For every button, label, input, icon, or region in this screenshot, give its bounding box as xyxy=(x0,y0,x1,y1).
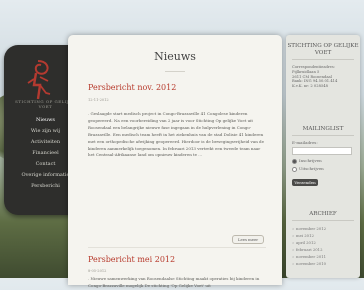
archive-arrow-icon: » xyxy=(292,233,295,238)
archive-item[interactable]: april 2012 xyxy=(296,240,316,245)
archive-arrow-icon: » xyxy=(292,247,295,252)
post-title[interactable]: Persbericht mei 2012 xyxy=(88,255,175,264)
archive-arrow-icon: » xyxy=(292,254,295,259)
org-heading: STICHTING OP GELIJKE VOET xyxy=(287,43,359,56)
post-body: . Nieuwe samenwerking van Roosendaalse S… xyxy=(88,276,260,288)
post-date: 8-05-2012 xyxy=(88,269,107,273)
unsubscribe-option[interactable]: Uitschrijven xyxy=(292,166,324,172)
title-divider xyxy=(165,71,185,72)
mailinglist-heading: MAILINGLIST xyxy=(302,126,344,132)
post-body: . Geslaagde start medisch project in Con… xyxy=(88,111,264,158)
archive-item[interactable]: november 2012 xyxy=(296,226,326,231)
logo-figure-icon xyxy=(27,60,51,100)
archive-arrow-icon: » xyxy=(292,261,295,266)
archive-item[interactable]: november 2010 xyxy=(296,261,326,266)
send-button[interactable]: Verzenden xyxy=(292,179,318,186)
archive-item[interactable]: mei 2012 xyxy=(296,233,314,238)
section-divider xyxy=(292,135,354,136)
radio-icon xyxy=(292,166,297,172)
post-date: 12-11-2012 xyxy=(88,98,109,102)
subscribe-option[interactable]: Inschrijven xyxy=(292,158,322,164)
email-label: E-mailadres: xyxy=(292,140,318,145)
email-field[interactable] xyxy=(292,147,352,155)
archive-item[interactable]: november 2011 xyxy=(296,254,326,259)
org-address: Correspondentieadres: Pijlkruidlaan 5 26… xyxy=(292,65,358,89)
archive-heading: ARCHIEF xyxy=(309,211,337,217)
read-more-button[interactable]: Lees meer xyxy=(232,235,264,244)
address-line: K.v.K. nr: 2 028548 xyxy=(292,84,328,89)
section-divider xyxy=(292,59,354,60)
subscribe-label: Inschrijven xyxy=(299,158,322,163)
unsubscribe-label: Uitschrijven xyxy=(299,166,324,171)
archive-item[interactable]: februari 2012 xyxy=(296,247,323,252)
radio-icon xyxy=(292,158,297,164)
post-divider xyxy=(88,247,266,248)
archive-arrow-icon: » xyxy=(292,226,295,231)
right-sidebar: STICHTING OP GELIJKE VOET Correspondenti… xyxy=(286,35,360,278)
section-divider xyxy=(292,220,354,221)
archive-arrow-icon: » xyxy=(292,240,295,245)
main-content: Nieuws Persbericht nov. 2012 12-11-2012 … xyxy=(68,35,282,288)
page-title: Nieuws xyxy=(154,50,196,63)
post-title[interactable]: Persbericht nov. 2012 xyxy=(88,83,176,92)
